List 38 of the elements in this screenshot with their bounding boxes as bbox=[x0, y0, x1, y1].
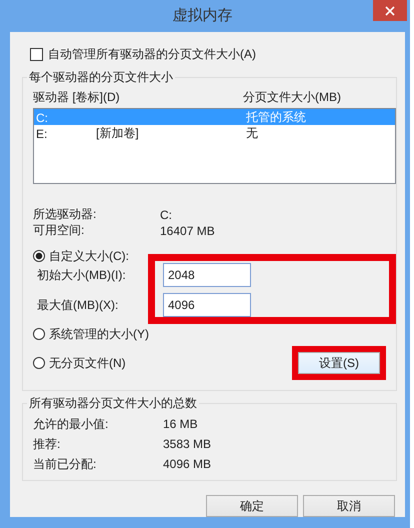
radio-label: 系统管理的大小(Y) bbox=[49, 326, 149, 342]
column-header: 分页文件大小(MB) bbox=[243, 88, 342, 106]
info-value: 16 MB bbox=[163, 417, 198, 431]
info-label: 所选驱动器: bbox=[33, 206, 96, 223]
paging-size: 托管的系统 bbox=[246, 109, 307, 126]
radio-label: 无分页文件(N) bbox=[49, 354, 126, 372]
drive-letter: E: bbox=[36, 126, 48, 140]
close-button[interactable] bbox=[373, 0, 407, 21]
radio-label: 自定义大小(C): bbox=[49, 248, 129, 264]
radio-button[interactable] bbox=[33, 357, 45, 369]
dialog-button[interactable]: 取消 bbox=[303, 495, 395, 517]
info-value: 4096 MB bbox=[163, 457, 212, 471]
field-label: 最大值(MB)(X): bbox=[37, 297, 120, 313]
info-label: 允许的最小值: bbox=[33, 416, 108, 432]
checkbox[interactable] bbox=[30, 48, 43, 61]
dialog-button[interactable]: 确定 bbox=[206, 495, 298, 517]
drive-letter: C: bbox=[36, 110, 49, 124]
info-value: C: bbox=[160, 208, 172, 222]
drive-row[interactable]: E: [新加卷] 无 bbox=[34, 125, 395, 141]
info-value: 16407 MB bbox=[160, 224, 215, 238]
input-field[interactable]: 2048 bbox=[163, 263, 251, 287]
field-label: 初始大小(MB)(I): bbox=[37, 267, 127, 283]
info-label: 可用空间: bbox=[33, 222, 84, 239]
info-label: 推荐: bbox=[33, 436, 60, 452]
group-title: 每个驱动器的分页文件大小 bbox=[28, 69, 174, 86]
radio-button[interactable] bbox=[33, 250, 45, 262]
checkbox-label: 自动管理所有驱动器的分页文件大小(A) bbox=[48, 46, 256, 63]
column-header: 驱动器 [卷标](D) bbox=[33, 88, 121, 106]
close-icon bbox=[385, 6, 395, 16]
window-title: 虚拟内存 bbox=[172, 6, 232, 26]
radio-button[interactable] bbox=[33, 328, 45, 340]
group-title: 所有驱动器分页文件大小的总数 bbox=[28, 395, 198, 412]
paging-size: 无 bbox=[246, 125, 259, 142]
input-field[interactable]: 4096 bbox=[163, 293, 251, 317]
set-button[interactable]: 设置(S) bbox=[298, 352, 380, 374]
info-value: 3583 MB bbox=[163, 437, 212, 451]
volume-label: [新加卷] bbox=[96, 125, 140, 142]
info-label: 当前已分配: bbox=[33, 456, 96, 472]
